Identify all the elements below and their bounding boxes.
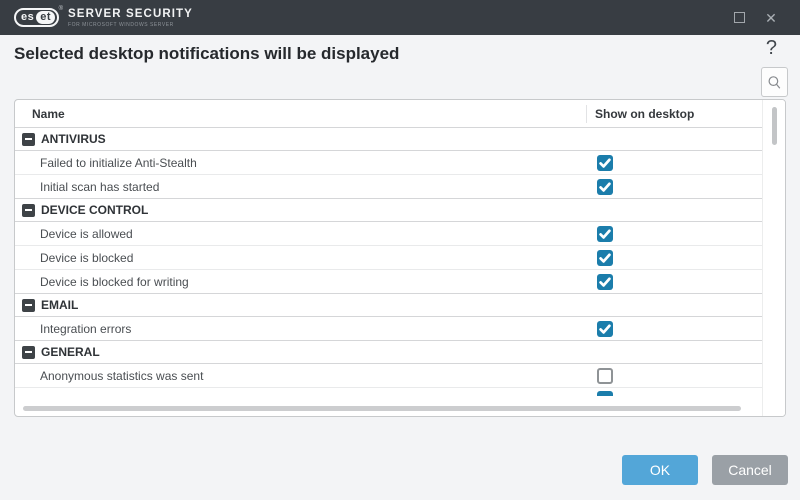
titlebar: es et ® SERVER SECURITY FOR MICROSOFT WI… (0, 0, 800, 35)
registered-mark: ® (59, 6, 63, 12)
group-row[interactable]: DEVICE CONTROL (15, 198, 762, 222)
close-button[interactable]: ✕ (760, 7, 782, 29)
show-on-desktop-checkbox[interactable] (597, 321, 613, 337)
name-cell: DEVICE CONTROL (15, 203, 762, 217)
horizontal-scrollbar-thumb[interactable] (23, 406, 741, 411)
row-label: Integration errors (40, 322, 131, 336)
row-label: Initial scan has started (40, 180, 159, 194)
group-row[interactable]: GENERAL (15, 340, 762, 364)
cancel-button[interactable]: Cancel (712, 455, 788, 485)
brand-block: SERVER SECURITY FOR MICROSOFT WINDOWS SE… (68, 8, 193, 28)
table-row[interactable]: Integration errors (15, 317, 762, 341)
eset-logo-text-et: et (36, 11, 55, 24)
search-icon (767, 75, 782, 90)
table-row[interactable]: Initial scan has started (15, 175, 762, 199)
table-row[interactable]: Anonymous statistics was sent (15, 364, 762, 388)
show-on-desktop-checkbox[interactable] (597, 250, 613, 266)
help-icon[interactable]: ? (766, 37, 777, 60)
vertical-scrollbar-track[interactable] (762, 100, 785, 416)
collapse-minus-icon[interactable] (22, 346, 35, 359)
ok-button[interactable]: OK (622, 455, 698, 485)
table-header: Name Show on desktop (15, 100, 762, 128)
show-on-desktop-checkbox[interactable] (597, 226, 613, 242)
search-button[interactable] (761, 67, 788, 97)
row-label: Anonymous statistics was sent (40, 369, 203, 383)
show-on-desktop-checkbox[interactable] (597, 274, 613, 290)
show-on-desktop-checkbox-partial[interactable] (597, 391, 613, 396)
show-on-desktop-checkbox[interactable] (597, 155, 613, 171)
maximize-icon (734, 12, 745, 23)
row-label: DEVICE CONTROL (41, 203, 148, 217)
group-row[interactable]: EMAIL (15, 293, 762, 317)
table-row[interactable]: Device is blocked (15, 246, 762, 270)
table-row[interactable]: Failed to initialize Anti-Stealth (15, 151, 762, 175)
eset-logo: es et ® (14, 8, 59, 27)
name-cell: Device is blocked for writing (15, 275, 762, 289)
name-cell: Device is allowed (15, 227, 762, 241)
row-label: Failed to initialize Anti-Stealth (40, 156, 197, 170)
page-title: Selected desktop notifications will be d… (14, 44, 399, 64)
row-label: Device is allowed (40, 227, 133, 241)
eset-logo-text-es: es (21, 12, 36, 23)
window-controls: ✕ (728, 0, 800, 35)
row-label: Device is blocked (40, 251, 133, 265)
name-cell: GENERAL (15, 345, 762, 359)
row-label: GENERAL (41, 345, 100, 359)
table-row[interactable]: Device is blocked for writing (15, 270, 762, 294)
name-cell: EMAIL (15, 298, 762, 312)
name-cell: Anonymous statistics was sent (15, 369, 762, 383)
vertical-scrollbar-thumb[interactable] (772, 107, 777, 145)
column-header-show-on-desktop[interactable]: Show on desktop (586, 105, 762, 123)
name-cell: Integration errors (15, 322, 762, 336)
show-on-desktop-checkbox[interactable] (597, 368, 613, 384)
notifications-table: Name Show on desktop ANTIVIRUS Failed to … (14, 99, 786, 417)
name-cell: ANTIVIRUS (15, 132, 762, 146)
close-icon: ✕ (765, 11, 777, 25)
row-label: ANTIVIRUS (41, 132, 106, 146)
table-row[interactable]: Device is allowed (15, 222, 762, 246)
collapse-minus-icon[interactable] (22, 299, 35, 312)
row-label: EMAIL (41, 298, 78, 312)
column-header-name[interactable]: Name (15, 107, 586, 121)
table-body: ANTIVIRUS Failed to initialize Anti-Steal… (15, 128, 762, 416)
brand-subtitle: FOR MICROSOFT WINDOWS SERVER (68, 22, 193, 28)
brand-title: SERVER SECURITY (68, 8, 193, 20)
table-row[interactable] (15, 388, 762, 396)
row-label: Device is blocked for writing (40, 275, 189, 289)
collapse-minus-icon[interactable] (22, 204, 35, 217)
name-cell: Initial scan has started (15, 180, 762, 194)
maximize-button[interactable] (728, 7, 750, 29)
show-on-desktop-checkbox[interactable] (597, 179, 613, 195)
name-cell: Device is blocked (15, 251, 762, 265)
collapse-minus-icon[interactable] (22, 133, 35, 146)
group-row[interactable]: ANTIVIRUS (15, 127, 762, 151)
name-cell: Failed to initialize Anti-Stealth (15, 156, 762, 170)
